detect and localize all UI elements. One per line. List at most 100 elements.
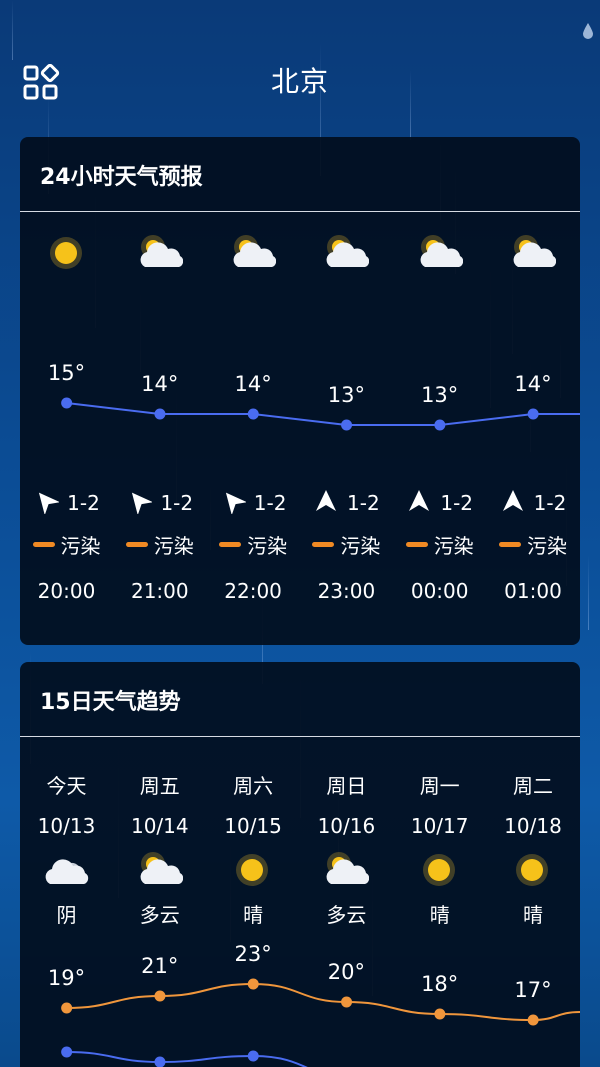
partly-cloudy-icon xyxy=(300,233,393,273)
day-condition: 晴 xyxy=(523,903,543,927)
day-weekday: 今天 xyxy=(46,774,87,798)
day-date: 10/16 xyxy=(317,814,376,838)
low-temp-point xyxy=(247,1050,259,1062)
day-high-temp: 23° xyxy=(234,942,272,966)
day-condition: 多云 xyxy=(326,903,367,927)
hourly-temp-point xyxy=(434,419,446,431)
partly-cloudy-icon xyxy=(113,233,206,273)
wind-direction-icon xyxy=(313,488,339,519)
high-temp-point xyxy=(247,978,259,990)
day-condition: 晴 xyxy=(429,903,450,927)
air-quality: 污染 xyxy=(113,529,206,559)
hourly-temp-point xyxy=(527,408,539,420)
air-quality: 污染 xyxy=(20,529,113,559)
wind-level: 1-2 xyxy=(253,491,287,515)
wind-level: 1-2 xyxy=(160,491,194,515)
day-weekday: 周日 xyxy=(326,774,367,798)
day-high-temp: 17° xyxy=(514,978,552,1002)
wind-info: 1-2 xyxy=(207,487,300,519)
cloudy-icon xyxy=(20,850,113,890)
aqi-color-bar xyxy=(499,541,521,547)
hourly-temp-point xyxy=(341,419,353,431)
aqi-color-bar xyxy=(32,541,55,547)
wind-direction-icon xyxy=(220,488,247,519)
day-high-temp: 20° xyxy=(327,960,365,984)
hourly-temp-label: 14° xyxy=(141,372,179,396)
hourly-time: 21:00 xyxy=(130,579,189,603)
day-condition: 阴 xyxy=(56,903,77,927)
wind-level: 1-2 xyxy=(440,491,474,515)
day-weekday: 周二 xyxy=(513,774,553,798)
high-temp-point xyxy=(341,996,353,1008)
aqi-color-bar xyxy=(405,541,428,547)
aqi-label: 污染 xyxy=(340,533,381,558)
air-quality: 污染 xyxy=(300,529,393,559)
sun-icon xyxy=(393,850,486,890)
wind-info: 1-2 xyxy=(20,487,113,519)
hourly-time: 00:00 xyxy=(410,579,469,603)
wind-direction-icon xyxy=(500,488,526,519)
day-high-temp: 21° xyxy=(141,954,179,978)
hourly-temp-point xyxy=(154,408,166,420)
partly-cloudy-icon xyxy=(487,233,580,273)
high-temp-point xyxy=(527,1014,539,1026)
low-temp-point xyxy=(154,1056,166,1067)
partly-cloudy-icon xyxy=(113,850,206,890)
hourly-temp-point xyxy=(61,397,73,409)
day-weekday: 周一 xyxy=(419,774,460,798)
aqi-label: 污染 xyxy=(153,533,194,558)
day-date: 10/18 xyxy=(504,814,562,838)
wind-direction-icon xyxy=(33,488,61,519)
day-date: 10/17 xyxy=(410,814,469,838)
low-temp-path xyxy=(66,1051,308,1067)
wind-direction-icon xyxy=(126,488,154,519)
wind-info: 1-2 xyxy=(393,487,486,519)
hourly-temp-label: 15° xyxy=(47,361,86,385)
hourly-temp-label: 14° xyxy=(514,372,552,396)
day-date: 10/14 xyxy=(130,814,189,838)
wind-info: 1-2 xyxy=(300,487,393,519)
aqi-color-bar xyxy=(125,541,148,547)
sun-icon xyxy=(207,850,300,890)
day-condition: 晴 xyxy=(243,903,264,927)
aqi-label: 污染 xyxy=(433,533,474,558)
partly-cloudy-icon xyxy=(207,233,300,273)
day-date: 10/13 xyxy=(37,814,96,838)
sun-icon xyxy=(487,850,580,890)
sun-icon xyxy=(20,233,113,273)
air-quality: 污染 xyxy=(207,529,300,559)
aqi-label: 污染 xyxy=(527,533,567,558)
hourly-time: 23:00 xyxy=(317,579,376,603)
aqi-color-bar xyxy=(312,541,335,547)
wind-info: 1-2 xyxy=(113,487,206,519)
low-temp-point xyxy=(61,1046,73,1058)
day-high-temp: 19° xyxy=(47,966,86,990)
day-date: 10/15 xyxy=(224,814,282,838)
day-high-temp: 18° xyxy=(421,972,459,996)
air-quality: 污染 xyxy=(487,529,580,559)
aqi-label: 污染 xyxy=(247,533,288,558)
wind-direction-icon xyxy=(406,488,432,519)
high-temp-point xyxy=(434,1008,446,1020)
hourly-temp-label: 14° xyxy=(234,372,272,396)
high-temp-point xyxy=(61,1002,73,1014)
high-temp-point xyxy=(154,990,166,1002)
partly-cloudy-icon xyxy=(300,850,393,890)
air-quality: 污染 xyxy=(393,529,486,559)
hourly-temp-label: 13° xyxy=(421,383,459,407)
day-weekday: 周六 xyxy=(233,774,274,798)
wind-level: 1-2 xyxy=(347,491,380,515)
hourly-time: 22:00 xyxy=(224,579,282,603)
day-weekday: 周五 xyxy=(139,774,180,798)
hourly-time: 01:00 xyxy=(504,579,562,603)
aqi-color-bar xyxy=(219,541,242,547)
hourly-temp-label: 13° xyxy=(327,383,365,407)
hourly-forecast-card: 24小时天气预报 15° 1-2 污染 20:00 14° 1-2 污染 21:00 14° 1-… xyxy=(20,137,580,645)
day-condition: 多云 xyxy=(139,903,180,927)
city-title[interactable]: 北京 xyxy=(0,60,600,100)
wind-level: 1-2 xyxy=(67,491,100,515)
top-bar: 北京 xyxy=(0,0,600,130)
partly-cloudy-icon xyxy=(393,233,486,273)
raindrop-icon xyxy=(583,23,593,39)
wind-info: 1-2 xyxy=(487,487,580,519)
